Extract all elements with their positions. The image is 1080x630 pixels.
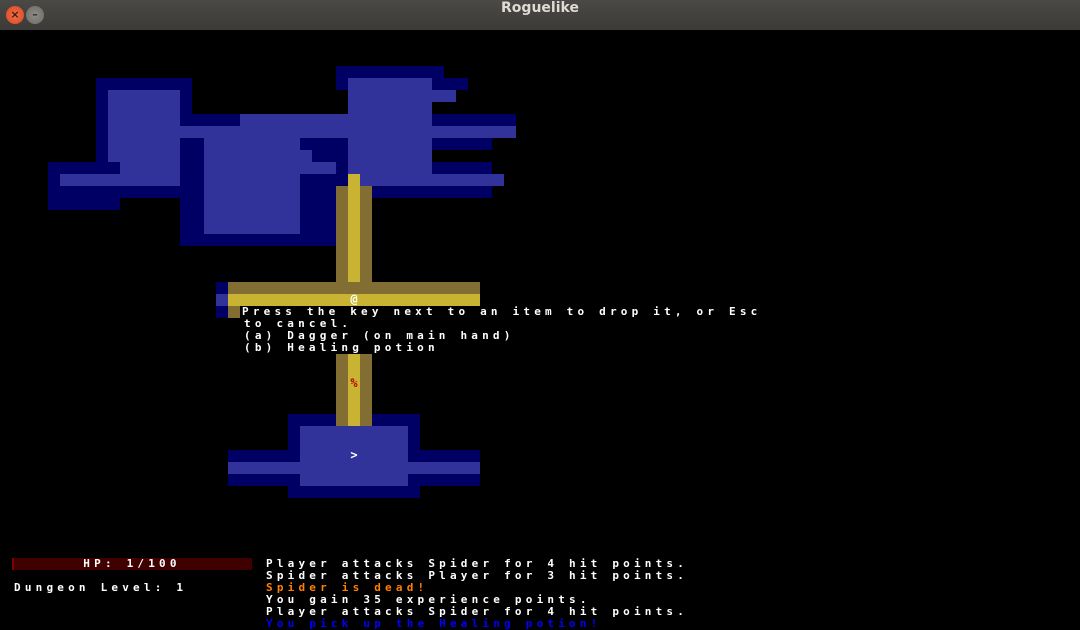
window-title: Roguelike (501, 0, 579, 16)
map-floor (228, 462, 480, 474)
game-console[interactable]: @ % > Press the key next to an item to d… (0, 30, 1080, 630)
map-wall (432, 78, 468, 90)
map-lit-floor (348, 174, 360, 282)
hp-text: HP: 1/100 (83, 557, 181, 570)
map-floor (180, 126, 240, 138)
map-lit-wall (228, 306, 240, 318)
map-lit-floor (348, 354, 360, 426)
log-message: You pick up the Healing potion! (266, 617, 602, 630)
map-wall (372, 186, 492, 198)
map-wall (432, 138, 492, 150)
map-floor (432, 126, 516, 138)
window-titlebar: × – Roguelike (0, 0, 1080, 31)
map-wall (432, 114, 516, 126)
map-wall (312, 150, 336, 162)
player-character: @ (350, 292, 358, 306)
map-floor (204, 126, 300, 234)
dungeon-level: Dungeon Level: 1 (14, 581, 188, 594)
stairs-down: > (350, 448, 358, 462)
map-wall (288, 486, 420, 498)
map-wall (432, 162, 492, 174)
map-floor (348, 78, 432, 186)
map-floor (360, 174, 504, 186)
map-floor (432, 90, 456, 102)
spider-corpse: % (350, 376, 358, 390)
map-wall (180, 138, 204, 174)
menu-item-healing-potion[interactable]: (b) Healing potion (244, 342, 439, 354)
map-floor (216, 294, 228, 306)
map-floor (240, 114, 348, 138)
